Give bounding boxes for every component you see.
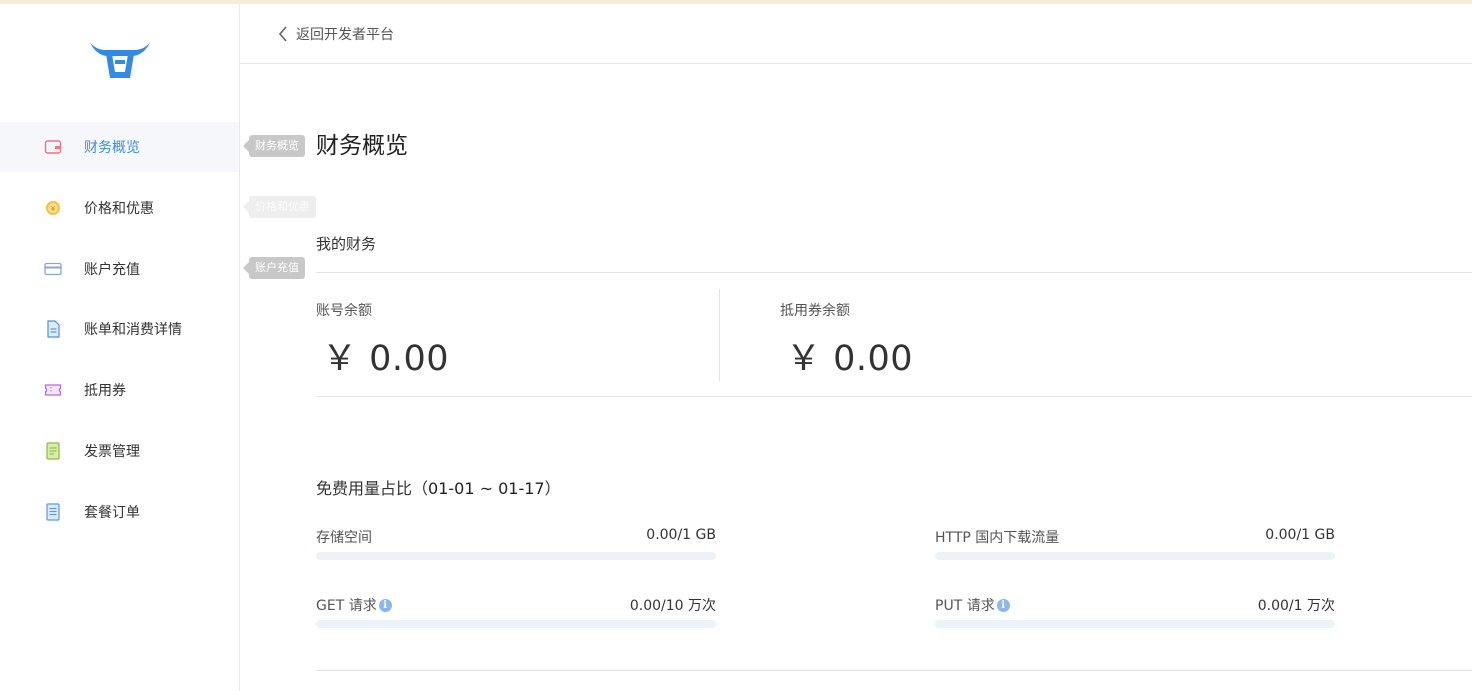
sidebar-item-label: 账单和消费详情 xyxy=(84,322,182,338)
account-balance-value: ￥ 0.00 xyxy=(322,339,450,379)
sidebar-item-finance-overview[interactable]: 财务概览 xyxy=(0,122,239,172)
usage-label: 存储空间 xyxy=(316,527,372,547)
tooltip-finance-overview: 财务概览 xyxy=(243,135,305,157)
logo-icon xyxy=(90,42,150,78)
usage-label: HTTP 国内下载流量 xyxy=(935,527,1059,547)
info-icon[interactable]: i xyxy=(996,598,1010,612)
usage-value: 0.00/1 GB xyxy=(646,527,716,543)
account-balance-label: 账号余额 xyxy=(316,303,372,319)
free-usage-date-range: 01-01 ~ 01-17 xyxy=(428,479,545,498)
usage-storage: 存储空间 0.00/1 GB xyxy=(316,527,716,571)
usage-label: GET 请求 i xyxy=(316,595,392,615)
free-usage-title-text: 免费用量占比（ xyxy=(316,479,429,498)
back-link-label: 返回开发者平台 xyxy=(296,27,394,43)
page-title: 财务概览 xyxy=(316,133,408,159)
sidebar-item-label: 账户充值 xyxy=(84,262,140,278)
sidebar-item-label: 价格和优惠 xyxy=(84,201,154,217)
usage-value: 0.00/10 万次 xyxy=(629,598,716,614)
usage-label-text: HTTP 国内下载流量 xyxy=(935,530,1060,546)
usage-http-download: HTTP 国内下载流量 0.00/1 GB xyxy=(935,527,1335,571)
back-to-developer-platform-link[interactable]: 返回开发者平台 xyxy=(278,22,394,46)
svg-text:¥: ¥ xyxy=(51,205,56,213)
my-finance-title: 我的财务 xyxy=(316,235,377,253)
usage-progress-bar xyxy=(316,620,716,628)
sidebar-item-label: 财务概览 xyxy=(84,140,140,156)
invoice-icon xyxy=(44,442,62,460)
coupon-balance-label: 抵用券余额 xyxy=(780,303,850,319)
usage-label-text: PUT 请求 xyxy=(935,598,995,614)
info-icon[interactable]: i xyxy=(378,598,392,612)
sidebar-item-label: 套餐订单 xyxy=(84,505,140,521)
usage-put-requests: PUT 请求 i 0.00/1 万次 xyxy=(935,595,1335,639)
sidebar-item-label: 抵用券 xyxy=(84,383,126,399)
tooltip-recharge: 账户充值 xyxy=(243,257,305,279)
usage-progress-bar xyxy=(935,620,1335,628)
usage-label-text: GET 请求 xyxy=(316,598,377,614)
divider xyxy=(316,272,1472,273)
order-list-icon xyxy=(44,503,62,521)
free-usage-title-end: ） xyxy=(544,479,561,498)
sidebar-item-recharge[interactable]: 账户充值 xyxy=(0,244,239,294)
credit-card-icon xyxy=(44,260,62,278)
sidebar-item-package-orders[interactable]: 套餐订单 xyxy=(0,487,239,537)
usage-progress-bar xyxy=(316,552,716,560)
usage-label: PUT 请求 i xyxy=(935,595,1010,615)
sidebar-item-pricing[interactable]: ¥ 价格和优惠 xyxy=(0,183,239,233)
coupon-ticket-icon xyxy=(44,381,62,399)
usage-label-text: 存储空间 xyxy=(316,530,372,546)
sidebar-item-invoices[interactable]: 发票管理 xyxy=(0,426,239,476)
usage-value: 0.00/1 万次 xyxy=(1257,598,1335,614)
chevron-left-icon xyxy=(278,26,287,42)
coupon-balance-value: ￥ 0.00 xyxy=(786,339,914,379)
sidebar-item-coupons[interactable]: 抵用券 xyxy=(0,365,239,415)
divider xyxy=(316,670,1472,671)
sidebar-item-label: 发票管理 xyxy=(84,444,140,460)
divider xyxy=(316,396,1472,397)
yuan-coin-icon: ¥ xyxy=(44,199,62,217)
tooltip-pricing: 价格和优惠 xyxy=(243,196,316,218)
usage-value: 0.00/1 GB xyxy=(1265,527,1335,543)
header: 返回开发者平台 xyxy=(240,4,1472,64)
bill-document-icon xyxy=(44,320,62,338)
sidebar-item-bills[interactable]: 账单和消费详情 xyxy=(0,304,239,354)
usage-progress-bar xyxy=(935,552,1335,560)
divider xyxy=(719,289,720,381)
free-usage-title: 免费用量占比（01-01 ~ 01-17） xyxy=(316,475,561,499)
wallet-icon xyxy=(44,138,62,156)
usage-get-requests: GET 请求 i 0.00/10 万次 xyxy=(316,595,716,639)
